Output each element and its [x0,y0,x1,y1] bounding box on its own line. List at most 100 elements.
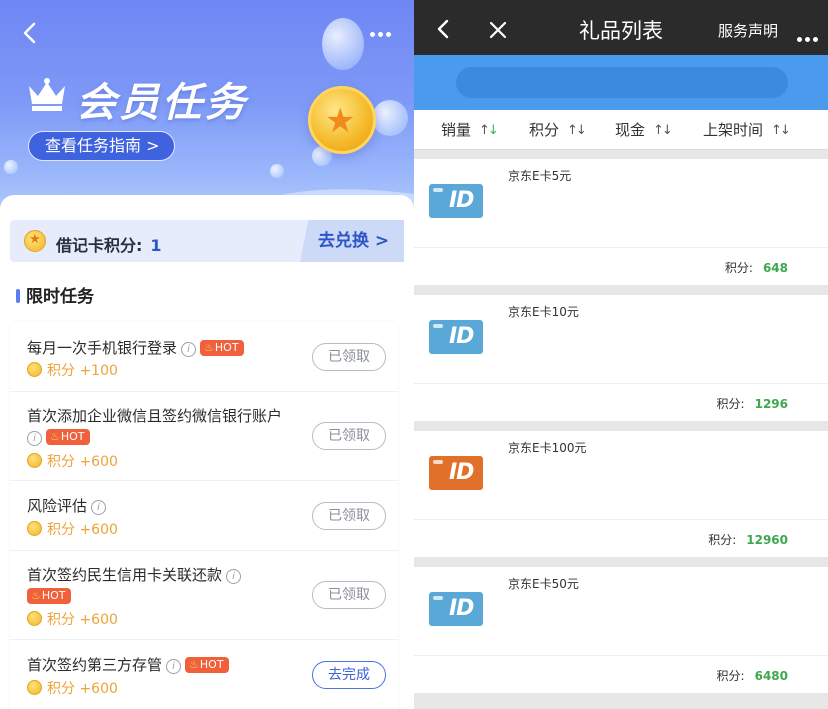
coin-icon: ★ [24,230,46,252]
claimed-button[interactable]: 已领取 [312,502,386,530]
info-icon[interactable]: i [166,659,182,674]
service-declaration-link[interactable]: 服务声明 [718,20,778,41]
back-icon[interactable] [18,18,42,48]
divider [414,655,828,656]
points-label: 借记卡积分: 1 [56,232,162,256]
gift-card-image: ID [429,456,483,490]
gift-name: 京东E卡10元 [508,305,579,319]
task-reward-text: 积分 +600 [47,454,118,470]
hot-badge: ♨HOT [185,657,229,673]
task-reward-text: 积分 +100 [47,363,118,379]
section-title-text: 限时任务 [26,287,94,307]
sort-arrows-icon: ↑↓ [567,123,587,138]
info-icon[interactable]: i [27,431,42,446]
complete-task-button[interactable]: 去完成 [312,661,386,689]
gift-points-value: 648 [762,261,788,275]
task-item: 每月一次手机银行登录 i ♨HOT 积分 +100 已领取 [10,322,398,392]
gift-item[interactable]: ID 京东E卡50元 积分: 6480 [414,567,828,693]
coin-star-icon: ★ [308,86,376,154]
gift-points-value: 12960 [746,533,788,547]
coin-icon [27,362,42,377]
claimed-button[interactable]: 已领取 [312,422,386,450]
sort-sales[interactable]: 销量 ↑↓ [441,119,499,140]
task-list: 每月一次手机银行登录 i ♨HOT 积分 +100 已领取 首次添加企业微信且签约微… [10,322,398,709]
gift-list-panel: 礼品列表 服务声明 销量 ↑↓ 积分 ↑↓ 现金 ↑↓ 上架时间 ↑↓ ID 京东E卡5… [414,0,828,709]
gift-item[interactable]: ID 京东E卡5元 积分: 648 [414,159,828,285]
divider [414,247,828,248]
task-name-text: 首次签约民生信用卡关联还款 [27,566,223,584]
top-bar: 礼品列表 服务声明 [414,0,828,55]
sort-points-label: 积分 [529,121,560,139]
search-input[interactable] [456,67,788,98]
hot-badge: ♨HOT [200,340,244,356]
sort-listing-time-label: 上架时间 [703,121,764,139]
task-name: 风险评估 i [27,495,107,516]
task-item: 风险评估 i 积分 +600 已领取 [10,481,398,551]
info-icon[interactable]: i [226,569,242,584]
task-meta: i ♨HOT [27,428,90,446]
task-reward: 积分 +100 [27,360,118,380]
gift-card-image: ID [429,592,483,626]
decor-bubble [322,18,364,70]
task-reward-text: 积分 +600 [47,522,118,538]
gift-points: 积分: 648 [725,259,788,276]
task-reward: 积分 +600 [27,451,118,471]
points-value: 1 [150,236,162,255]
task-item: 首次添加企业微信且签约微信银行账户 i ♨HOT 积分 +600 已领取 [10,392,398,481]
decor-bubble [4,160,18,174]
hot-badge: ♨HOT [46,429,90,445]
divider [414,383,828,384]
sort-arrows-icon: ↑↓ [653,123,673,138]
sort-cash[interactable]: 现金 ↑↓ [615,119,673,140]
gift-item[interactable]: ID 京东E卡100元 积分: 12960 [414,431,828,557]
task-name-text: 首次签约第三方存管 [27,656,163,674]
info-icon[interactable]: i [181,342,197,357]
sort-listing-time[interactable]: 上架时间 ↑↓ [703,119,791,140]
more-icon[interactable] [794,27,818,46]
gift-points-label: 积分: [708,533,737,547]
task-reward: 积分 +600 [27,678,118,698]
gift-name: 京东E卡50元 [508,577,579,591]
task-guide-button[interactable]: 查看任务指南 > [28,131,175,161]
sort-cash-label: 现金 [615,121,646,139]
gift-card-image: ID [429,184,483,218]
hot-badge-text: HOT [60,430,85,443]
task-item: 首次签约民生信用卡关联还款 i ♨HOT 积分 +600 已领取 [10,551,398,640]
member-tasks-panel: 会员任务 查看任务指南 > ★ ★ 借记卡积分: 1 去兑换 > 限时任务 每月一… [0,0,414,709]
coin-icon [27,680,42,695]
gift-card-image: ID [429,320,483,354]
crown-icon [29,78,65,111]
hot-badge-text: HOT [214,341,239,354]
gift-points: 积分: 6480 [717,667,788,684]
section-bar [16,289,20,303]
sort-bar: 销量 ↑↓ 积分 ↑↓ 现金 ↑↓ 上架时间 ↑↓ [414,110,828,150]
sort-points[interactable]: 积分 ↑↓ [529,119,587,140]
gift-points-label: 积分: [724,261,753,275]
claimed-button[interactable]: 已领取 [312,581,386,609]
points-bar: ★ 借记卡积分: 1 去兑换 > [10,220,404,262]
task-name-text: 每月一次手机银行登录 [27,339,178,357]
gift-points-label: 积分: [716,669,745,683]
more-icon[interactable] [370,22,400,40]
gift-points: 积分: 1296 [717,395,788,412]
decor-bubble [270,164,284,178]
claimed-button[interactable]: 已领取 [312,343,386,371]
section-title: 限时任务 [16,282,94,307]
sort-arrows-icon: ↑↓ [479,123,499,138]
task-meta: ♨HOT [27,587,71,605]
task-reward-text: 积分 +600 [47,681,118,697]
task-name-text: 风险评估 [27,497,88,515]
hot-badge-text: HOT [199,658,224,671]
search-bar [414,55,828,110]
info-icon[interactable]: i [91,500,107,515]
task-reward: 积分 +600 [27,609,118,629]
gift-points-value: 6480 [754,669,788,683]
page-title: 会员任务 [76,80,248,126]
task-name: 首次签约民生信用卡关联还款 i [27,564,242,585]
hot-badge: ♨HOT [27,588,71,604]
coin-icon [27,453,42,468]
task-name: 每月一次手机银行登录 i ♨HOT [27,337,244,358]
points-label-text: 借记卡积分: [56,236,143,255]
exchange-button[interactable]: 去兑换 > [300,220,404,262]
gift-item[interactable]: ID 京东E卡10元 积分: 1296 [414,295,828,421]
